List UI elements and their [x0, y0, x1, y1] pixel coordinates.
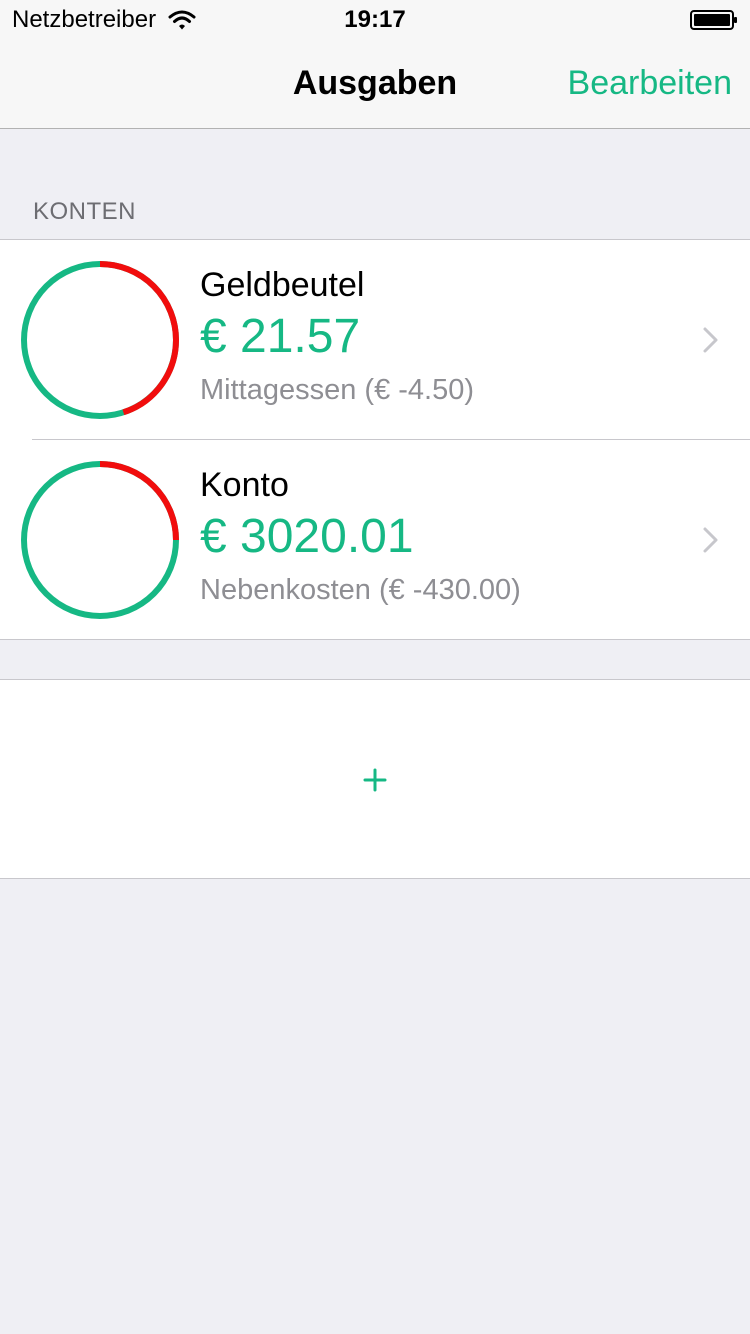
- section-header-accounts: KONTEN: [33, 198, 137, 225]
- account-last-expense: Nebenkosten (€ -430.00): [200, 574, 521, 606]
- account-balance: € 21.57: [200, 310, 361, 363]
- account-usage-ring: [21, 261, 179, 419]
- account-last-expense: Mittagessen (€ -4.50): [200, 374, 475, 406]
- edit-button[interactable]: Bearbeiten: [568, 64, 732, 103]
- battery-icon: [690, 10, 737, 30]
- add-account-button[interactable]: [0, 679, 750, 879]
- account-name: Konto: [200, 466, 289, 504]
- navigation-bar: Ausgaben Bearbeiten: [0, 40, 750, 129]
- plus-icon: [363, 768, 387, 792]
- chevron-right-icon: [703, 327, 718, 353]
- status-time: 19:17: [344, 6, 406, 33]
- account-row-konto[interactable]: Konto € 3020.01 Nebenkosten (€ -430.00): [21, 439, 750, 639]
- account-details: Geldbeutel € 21.57 Mittagessen (€ -4.50): [200, 264, 474, 410]
- accounts-list: Geldbeutel € 21.57 Mittagessen (€ -4.50)…: [0, 239, 750, 640]
- account-row-geldbeutel[interactable]: Geldbeutel € 21.57 Mittagessen (€ -4.50): [0, 240, 750, 439]
- chevron-right-icon: [703, 527, 718, 553]
- account-name: Geldbeutel: [200, 266, 365, 304]
- account-balance: € 3020.01: [200, 510, 414, 563]
- account-usage-ring: [21, 461, 179, 619]
- account-details: Konto € 3020.01 Nebenkosten (€ -430.00): [200, 464, 521, 610]
- status-bar: Netzbetreiber 19:17: [0, 0, 750, 40]
